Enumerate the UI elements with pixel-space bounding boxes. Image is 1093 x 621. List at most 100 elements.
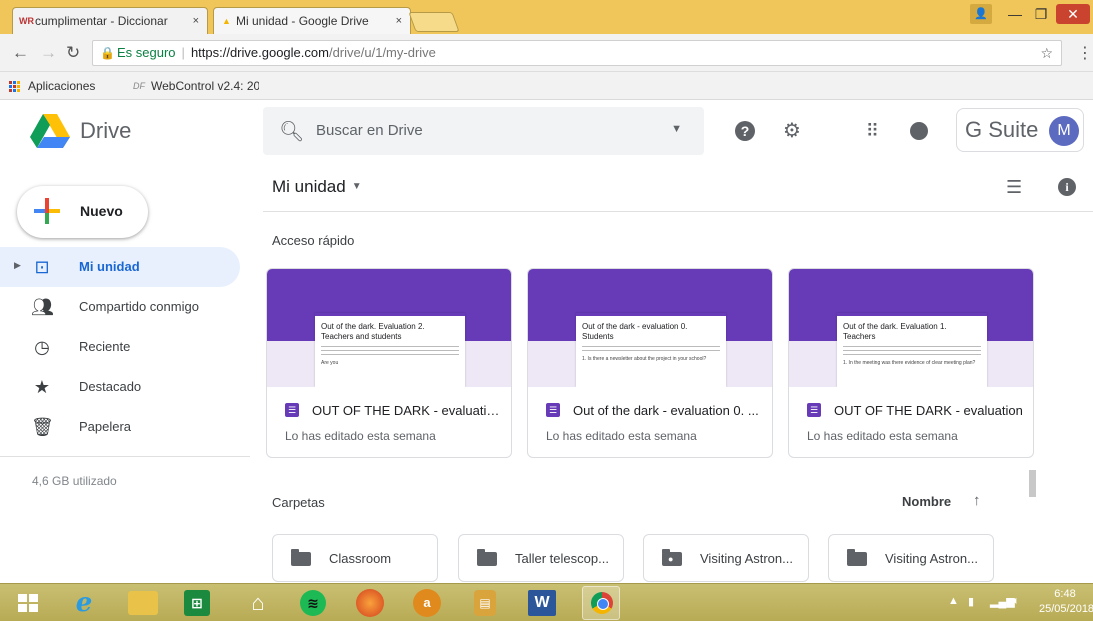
forward-icon[interactable]: → bbox=[40, 43, 57, 63]
microsoft-word-icon[interactable]: W bbox=[528, 590, 556, 616]
expand-arrow-icon[interactable]: ▶ bbox=[14, 260, 21, 271]
bookmark-apps[interactable]: Aplicaciones bbox=[28, 72, 95, 100]
info-icon[interactable]: i bbox=[1058, 178, 1076, 196]
file-name: Out of the dark - evaluation 0. ... bbox=[573, 403, 759, 418]
spotify-icon[interactable]: ≋ bbox=[300, 590, 326, 616]
folder-icon bbox=[291, 549, 311, 566]
search-input[interactable]: 🔍︎ Buscar en Drive ▼ bbox=[263, 107, 704, 155]
show-hidden-icons-icon[interactable]: ▲ bbox=[948, 595, 959, 607]
lock-icon: 🔒 bbox=[100, 46, 115, 60]
notes-app-icon[interactable]: ▤ bbox=[474, 590, 496, 616]
sidebar-item-my-drive[interactable]: ▶ ⊡ Mi unidad bbox=[0, 247, 240, 287]
drive-icon: ⊡ bbox=[34, 257, 50, 277]
profile-icon[interactable]: 👤 bbox=[970, 4, 992, 24]
wordreference-favicon-icon: WR bbox=[19, 16, 34, 26]
storage-usage[interactable]: 4,6 GB utilizado bbox=[32, 474, 117, 488]
quick-access-card[interactable]: Out of the dark - evaluation 0. Students… bbox=[527, 268, 773, 458]
sort-by-name-button[interactable]: Nombre bbox=[902, 494, 951, 509]
file-subtitle: Lo has editado esta semana bbox=[546, 429, 697, 443]
sort-direction-icon[interactable]: ↑ bbox=[973, 492, 981, 509]
webcontrol-favicon-icon: DF bbox=[133, 81, 145, 91]
search-icon[interactable]: 🔍︎ bbox=[279, 119, 304, 144]
signal-icon[interactable]: ▂▄▆ bbox=[990, 595, 1015, 608]
google-apps-icon[interactable]: ⠿ bbox=[860, 119, 884, 143]
file-name: OUT OF THE DARK - evaluation bbox=[834, 403, 1023, 418]
tab-wordreference[interactable]: WR cumplimentar - Diccionar × bbox=[12, 7, 208, 34]
tab-title: Mi unidad - Google Drive bbox=[236, 14, 369, 28]
chrome-icon[interactable] bbox=[582, 586, 620, 620]
sidebar-item-recent[interactable]: ◷ Reciente bbox=[0, 327, 240, 367]
browser-title-bar: WR cumplimentar - Diccionar × ▲ Mi unida… bbox=[0, 0, 1093, 34]
tab-close-icon[interactable]: × bbox=[396, 8, 402, 34]
google-drive-logo-icon[interactable] bbox=[30, 114, 70, 148]
file-subtitle: Lo has editado esta semana bbox=[285, 429, 436, 443]
list-view-icon[interactable]: ☰ bbox=[1006, 177, 1022, 198]
folder-item[interactable]: Classroom bbox=[272, 534, 438, 582]
preview-question: 1. Is there a newsletter about the proje… bbox=[582, 356, 707, 362]
close-window-button[interactable]: ✕ bbox=[1056, 4, 1090, 24]
system-clock[interactable]: 6:48 25/05/2018 bbox=[1039, 587, 1093, 617]
quick-access-card[interactable]: Out of the dark. Evaluation 2. Teachers … bbox=[266, 268, 512, 458]
new-button-label: Nuevo bbox=[80, 203, 123, 219]
clock-icon: ◷ bbox=[34, 337, 50, 357]
page-title-label: Mi unidad bbox=[272, 177, 346, 196]
scrollbar-thumb[interactable] bbox=[1029, 470, 1036, 497]
avatar[interactable]: M bbox=[1049, 116, 1079, 146]
clock-date: 25/05/2018 bbox=[1039, 603, 1093, 615]
page-title[interactable]: Mi unidad ▼ bbox=[272, 177, 362, 197]
folder-icon bbox=[847, 549, 867, 566]
internet-explorer-icon[interactable]: e bbox=[68, 588, 100, 618]
browser-menu-icon[interactable]: ⋮ bbox=[1077, 43, 1093, 63]
sidebar-item-trash[interactable]: 🗑︎ Papelera bbox=[0, 407, 240, 447]
file-name: OUT OF THE DARK - evaluatio... bbox=[312, 403, 502, 418]
sidebar-item-label: Mi unidad bbox=[79, 259, 140, 274]
preview-question: 1. In the meeting was there evidence of … bbox=[843, 360, 976, 366]
minimize-button[interactable]: — bbox=[1004, 4, 1026, 24]
tab-close-icon[interactable]: × bbox=[193, 8, 199, 34]
network-icon[interactable]: ▮ bbox=[968, 595, 974, 608]
new-button[interactable]: Nuevo bbox=[17, 186, 148, 238]
home-icon[interactable]: ⌂ bbox=[242, 588, 274, 618]
sidebar-item-label: Papelera bbox=[79, 419, 132, 434]
bookmark-webcontrol[interactable]: WebControl v2.4: 20 bbox=[151, 72, 259, 100]
folder-item[interactable]: Taller telescop... bbox=[458, 534, 624, 582]
preview-title: Out of the dark. Evaluation 2. Teachers … bbox=[321, 322, 425, 341]
gsuite-label: G Suite bbox=[965, 117, 1039, 142]
folder-item[interactable]: Visiting Astron... bbox=[828, 534, 994, 582]
apps-grid-icon[interactable] bbox=[9, 81, 20, 92]
back-icon[interactable]: ← bbox=[12, 43, 29, 63]
volume-icon[interactable]: 🔈︎ bbox=[1013, 595, 1020, 608]
preview-title: Out of the dark. Evaluation 1. Teachers bbox=[843, 322, 947, 341]
reload-icon[interactable]: ↻ bbox=[66, 43, 80, 63]
chevron-down-icon: ▼ bbox=[351, 181, 362, 192]
sidebar-divider bbox=[0, 456, 250, 457]
notifications-icon[interactable] bbox=[907, 119, 931, 143]
search-options-icon[interactable]: ▼ bbox=[671, 123, 682, 135]
sidebar-item-shared[interactable]: 👥︎ Compartido conmigo bbox=[0, 287, 240, 327]
quick-access-card[interactable]: Out of the dark. Evaluation 1. Teachers … bbox=[788, 268, 1034, 458]
url-host: https://drive.google.com bbox=[190, 45, 329, 60]
bookmark-star-icon[interactable]: ☆ bbox=[1040, 41, 1053, 65]
windows-start-icon[interactable] bbox=[12, 588, 44, 618]
main-divider bbox=[263, 211, 1093, 212]
search-placeholder: Buscar en Drive bbox=[316, 122, 423, 139]
windows-store-icon[interactable]: ⊞ bbox=[184, 590, 210, 616]
help-icon[interactable]: ? bbox=[733, 119, 757, 143]
forms-icon: ☰ bbox=[807, 403, 821, 417]
folder-name: Classroom bbox=[329, 551, 392, 566]
sidebar-item-starred[interactable]: ★ Destacado bbox=[0, 367, 240, 407]
bookmarks-bar: Aplicaciones DF WebControl v2.4: 20 bbox=[0, 72, 1093, 100]
drive-title[interactable]: Drive bbox=[80, 118, 131, 144]
tab-google-drive[interactable]: ▲ Mi unidad - Google Drive × bbox=[213, 7, 411, 34]
file-explorer-icon[interactable] bbox=[128, 591, 158, 615]
avast-icon[interactable]: a bbox=[413, 589, 441, 617]
new-tab-button[interactable] bbox=[408, 12, 460, 32]
firefox-icon[interactable] bbox=[356, 589, 384, 617]
folders-title: Carpetas bbox=[272, 495, 325, 510]
account-button[interactable]: G Suite M bbox=[956, 108, 1084, 152]
shared-folder-icon bbox=[662, 549, 682, 566]
gear-icon[interactable]: ⚙ bbox=[780, 119, 804, 143]
maximize-button[interactable]: ❐ bbox=[1030, 4, 1052, 24]
url-input[interactable]: 🔒 Es seguro | https://drive.google.com/dri… bbox=[92, 40, 1062, 66]
folder-item[interactable]: Visiting Astron... bbox=[643, 534, 809, 582]
